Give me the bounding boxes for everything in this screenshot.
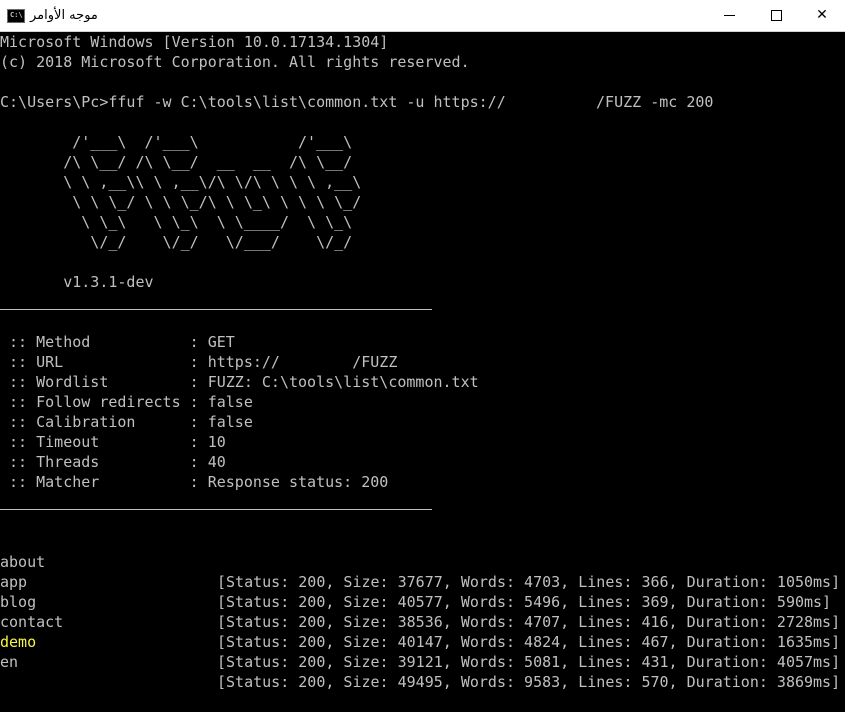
version-line: v1.3.1-dev bbox=[0, 273, 154, 291]
result-row: en [Status: 200, Size: 49495, Words: 958… bbox=[0, 632, 840, 691]
result-row: about [Status: 200, Size: 37677, Words: … bbox=[0, 532, 840, 591]
terminal-output[interactable]: Microsoft Windows [Version 10.0.17134.13… bbox=[0, 32, 845, 691]
banner-line: /'___\ /'___\ /'___\ bbox=[0, 133, 353, 151]
result-data: [Status: 200, Size: 40577, Words: 5496, … bbox=[217, 593, 832, 611]
banner-line: \/_/ \/_/ \/___/ \/_/ bbox=[0, 233, 353, 251]
result-data: [Status: 200, Size: 38536, Words: 4707, … bbox=[217, 613, 841, 631]
close-button[interactable]: ✕ bbox=[799, 0, 845, 31]
banner-line: /\ \__/ /\ \__/ __ __ /\ \__/ bbox=[0, 153, 353, 171]
config-line: :: Threads : 40 bbox=[0, 453, 226, 471]
config-line: :: URL : https:// /FUZZ bbox=[0, 353, 398, 371]
command-line: C:\Users\Pc>ffuf -w C:\tools\list\common… bbox=[0, 93, 714, 111]
separator-line bbox=[0, 309, 432, 310]
config-line: :: Method : GET bbox=[0, 333, 235, 351]
config-line: :: Wordlist : FUZZ: C:\tools\list\common… bbox=[0, 373, 479, 391]
banner-line: \ \_\ \ \_\ \ \____/ \ \_\ bbox=[0, 213, 353, 231]
maximize-button[interactable] bbox=[753, 0, 799, 31]
result-row: blog [Status: 200, Size: 38536, Words: 4… bbox=[0, 572, 840, 631]
separator-line bbox=[0, 509, 432, 510]
result-row: contact [Status: 200, Size: 40147, Words… bbox=[0, 592, 840, 651]
result-row: app [Status: 200, Size: 40577, Words: 54… bbox=[0, 552, 831, 611]
result-data: [Status: 200, Size: 37677, Words: 4703, … bbox=[217, 573, 841, 591]
maximize-icon bbox=[771, 10, 782, 21]
result-name: en bbox=[0, 653, 19, 671]
result-data: [Status: 200, Size: 49495, Words: 9583, … bbox=[217, 673, 841, 691]
config-line: :: Calibration : false bbox=[0, 413, 253, 431]
banner-line: \ \ \_/ \ \ \_/\ \ \_\ \ \ \ \_/ bbox=[0, 193, 362, 211]
header-line: Microsoft Windows [Version 10.0.17134.13… bbox=[0, 33, 389, 51]
window-title: موجه الأوامر bbox=[30, 8, 98, 23]
title-bar[interactable]: C:\ موجه الأوامر ✕ bbox=[0, 0, 845, 32]
config-line: :: Matcher : Response status: 200 bbox=[0, 473, 389, 491]
result-row: demo [Status: 200, Size: 39121, Words: 5… bbox=[0, 612, 840, 671]
config-line: :: Timeout : 10 bbox=[0, 433, 226, 451]
header-line: (c) 2018 Microsoft Corporation. All righ… bbox=[0, 53, 470, 71]
minimize-icon bbox=[724, 15, 735, 16]
config-line: :: Follow redirects : false bbox=[0, 393, 253, 411]
result-data: [Status: 200, Size: 39121, Words: 5081, … bbox=[217, 653, 841, 671]
command-prompt-icon: C:\ bbox=[7, 9, 25, 23]
result-data: [Status: 200, Size: 40147, Words: 4824, … bbox=[217, 633, 841, 651]
close-icon: ✕ bbox=[816, 7, 828, 23]
banner-line: \ \ ,__\\ \ ,__\/\ \/\ \ \ \ ,__\ bbox=[0, 173, 362, 191]
minimize-button[interactable] bbox=[707, 0, 753, 31]
